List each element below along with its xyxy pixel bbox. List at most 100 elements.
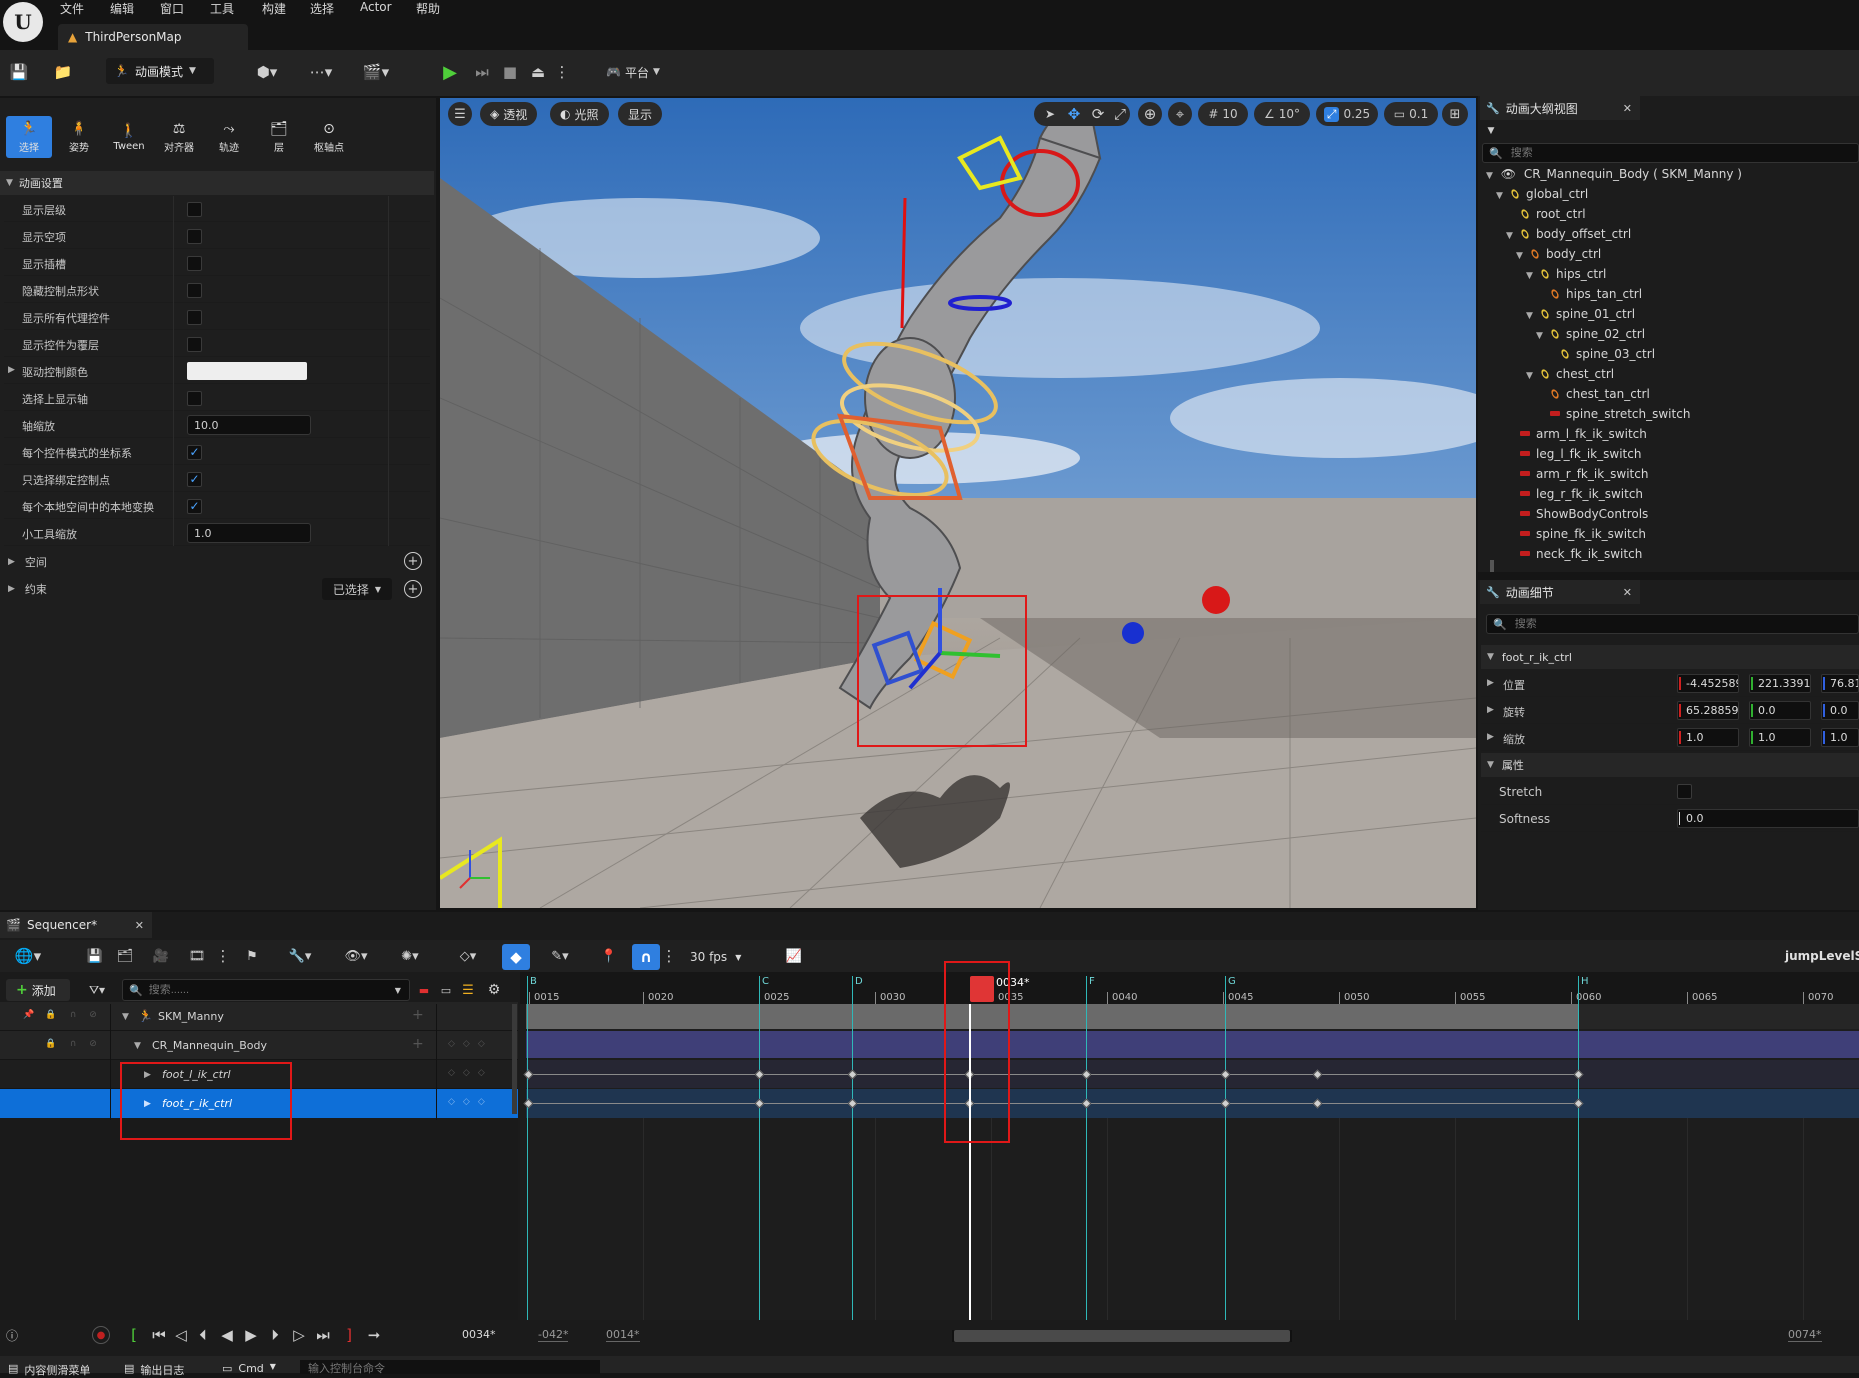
add-icon[interactable]: + [412, 1036, 424, 1052]
render-movie-icon[interactable]: 🎥 [150, 944, 172, 968]
scale-x-field[interactable]: 1.0 [1677, 728, 1739, 747]
tree-arrow-icon[interactable]: ▼ [1526, 271, 1540, 281]
outliner-tab[interactable]: 🔧 动画大纲视图 ✕ [1480, 96, 1640, 120]
eject-icon[interactable]: ⏏ [526, 60, 550, 84]
anim-tool-pivot[interactable]: ⊙ 枢轴点 [306, 116, 352, 158]
loop-icon[interactable]: ➞ [364, 1326, 384, 1344]
anim-setting-checkbox[interactable] [187, 283, 202, 298]
outliner-search-input[interactable] [1510, 147, 1811, 159]
world-icon[interactable]: 🌐▾ [10, 944, 46, 968]
outliner-item[interactable]: ▼ body_ctrl [1516, 247, 1601, 267]
next-frame-icon[interactable]: ⏵ [266, 1326, 284, 1344]
tree-arrow-icon[interactable]: ▼ [1526, 311, 1540, 321]
menu-item-3[interactable]: 工具 [210, 0, 234, 17]
record-button-icon[interactable]: ● [92, 1326, 110, 1344]
location-x-field[interactable]: -4.452589 [1677, 674, 1739, 693]
anim-setting-checkbox[interactable]: ✓ [187, 499, 202, 514]
anim-setting-checkbox[interactable] [187, 310, 202, 325]
lock-icon[interactable]: 🔒 [44, 1008, 58, 1022]
lighting-button[interactable]: ◐ 光照 [550, 102, 609, 126]
anim-setting-checkbox[interactable] [187, 337, 202, 352]
outliner-item[interactable]: ▼ chest_ctrl [1526, 367, 1614, 387]
solo-icon[interactable]: ∩ [66, 1008, 80, 1022]
sequencer-search[interactable]: 🔍 ▼ [122, 979, 410, 1001]
camera-speed-button[interactable]: ▭ 0.1 [1384, 102, 1438, 126]
jump-to-start-icon[interactable]: ⏮ [150, 1326, 168, 1344]
info-icon[interactable]: ⓘ [4, 1326, 20, 1344]
details-tab[interactable]: 🔧 动画细节 ✕ [1480, 580, 1640, 604]
tree-arrow-icon[interactable]: ▼ [1516, 251, 1530, 261]
close-icon[interactable]: ✕ [135, 919, 144, 932]
sequencer-search-input[interactable] [148, 984, 389, 996]
outliner-search[interactable]: 🔍 [1482, 143, 1859, 163]
tracks-layout-icon[interactable]: ☰ [460, 979, 476, 1001]
expand-arrow-icon[interactable]: ▶ [1487, 705, 1494, 715]
anim-tool-pose[interactable]: 🧍 姿势 [56, 116, 102, 158]
anim-setting-value-field[interactable]: 1.0 [187, 523, 311, 543]
console-input[interactable]: 输入控制台命令 [300, 1360, 600, 1375]
tree-arrow-icon[interactable]: ▼ [1506, 231, 1520, 241]
outliner-item[interactable]: ▼ global_ctrl [1496, 187, 1588, 207]
outliner-item[interactable]: ▼ spine_01_ctrl [1526, 307, 1635, 327]
add-content-icon[interactable]: ⬢▾ [248, 60, 286, 84]
mute-icon[interactable]: ⊘ [86, 1008, 100, 1022]
timeline-ruler[interactable] [520, 972, 1859, 1004]
details-scrollbar[interactable] [1490, 560, 1494, 572]
set-start-icon[interactable]: [ [126, 1326, 142, 1344]
add-constraint-icon[interactable]: + [404, 580, 422, 598]
outliner-item[interactable]: hips_tan_ctrl [1536, 287, 1642, 307]
close-icon[interactable]: ✕ [1623, 586, 1632, 599]
location-y-field[interactable]: 221.33914 [1749, 674, 1811, 693]
outliner-root[interactable]: ▼ 👁 CR_Mannequin_Body ( SKM_Manny ) [1486, 167, 1859, 187]
visibility-eye-icon[interactable]: 👁 [1501, 167, 1516, 181]
anim-setting-checkbox[interactable]: ✓ [187, 445, 202, 460]
marker-label[interactable]: D [855, 976, 863, 987]
clapperboard-icon[interactable]: 🎞 [186, 944, 208, 968]
blueprint-icon[interactable]: ⋯▾ [302, 60, 340, 84]
level-tab[interactable]: ▲ ThirdPersonMap [58, 24, 248, 50]
output-log-button[interactable]: ▤ 输出日志 [124, 1362, 184, 1378]
scale-y-field[interactable]: 1.0 [1749, 728, 1811, 747]
view-end-field[interactable]: 0074* [1788, 1328, 1822, 1342]
fps-dropdown[interactable]: 30 fps ▼ [690, 946, 741, 968]
show-button[interactable]: 显示 [618, 102, 663, 126]
expand-arrow-icon[interactable]: ▶ [8, 365, 15, 375]
prev-key-icon[interactable]: ◁ [172, 1326, 190, 1344]
outliner-item[interactable]: ▼ hips_ctrl [1526, 267, 1606, 287]
location-z-field[interactable]: 76.81 [1821, 674, 1859, 693]
rotation-y-field[interactable]: 0.0 [1749, 701, 1811, 720]
outliner-filter-arrow-icon[interactable]: ▼ [1484, 124, 1498, 138]
menu-item-6[interactable]: Actor [360, 0, 392, 14]
key-tools-icon[interactable]: 🔧▾ [282, 944, 318, 968]
menu-item-0[interactable]: 文件 [60, 0, 84, 17]
tree-arrow-icon[interactable]: ▼ [1536, 331, 1550, 341]
menu-item-1[interactable]: 编辑 [110, 0, 134, 17]
translate-icon[interactable]: ✥ [1064, 104, 1084, 124]
playback-options-icon[interactable]: ✺▾ [390, 944, 430, 968]
tree-scrollbar[interactable] [512, 1004, 517, 1114]
save-icon[interactable]: 💾 [6, 60, 32, 84]
more-options-icon[interactable]: ⋮ [555, 60, 570, 84]
anim-setting-checkbox[interactable] [187, 229, 202, 244]
expand-arrow-icon[interactable]: ▶ [1487, 678, 1494, 688]
outliner-item[interactable]: arm_r_fk_ik_switch [1506, 467, 1648, 487]
expand-arrow-icon[interactable]: ▶ [1487, 732, 1494, 742]
save-sequence-icon[interactable]: 💾 [84, 944, 106, 968]
outliner-item[interactable]: ▼ spine_02_ctrl [1536, 327, 1645, 347]
details-control-header[interactable]: ▼ foot_r_ik_ctrl [1481, 645, 1859, 669]
details-search[interactable]: 🔍 [1486, 614, 1859, 634]
marker-label[interactable]: H [1581, 976, 1589, 987]
lock-icon[interactable]: 🔒 [44, 1037, 58, 1051]
viewport-menu-icon[interactable]: ☰ [448, 102, 472, 126]
anim-tool-layer[interactable]: 🗂 层 [256, 116, 302, 158]
key-nav-icons[interactable]: ◇◇◇ [448, 1039, 493, 1049]
grid-snap-button[interactable]: #10 [1198, 102, 1248, 126]
unreal-logo-icon[interactable]: U [3, 2, 43, 42]
tree-arrow-icon[interactable]: ▼ [1496, 191, 1510, 201]
play-reverse-icon[interactable]: ◀ [218, 1326, 236, 1344]
perspective-button[interactable]: ◈ 透视 [480, 102, 538, 126]
find-in-browser-icon[interactable]: 🗂 [114, 944, 136, 968]
content-drawer-button[interactable]: ▤ 内容侧滑菜单 [8, 1362, 90, 1378]
attributes-header[interactable]: ▼ 属性 [1481, 753, 1859, 777]
current-frame-field[interactable]: 0034* [462, 1328, 496, 1341]
